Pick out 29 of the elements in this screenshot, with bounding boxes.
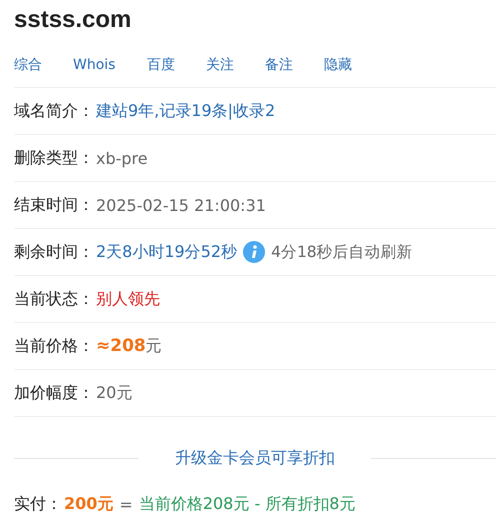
nav-link[interactable]: Whois xyxy=(73,56,147,72)
field-label: 当前价格： xyxy=(14,336,94,356)
field-label: 删除类型： xyxy=(14,148,94,168)
field-label: 加价幅度： xyxy=(14,382,94,404)
field-label: 剩余时间： xyxy=(14,242,94,262)
field-value: 20元 xyxy=(96,382,132,404)
price-unit: 元 xyxy=(146,336,162,356)
field-label: 当前状态： xyxy=(14,288,94,310)
refresh-note: 4分18秒后自动刷新 xyxy=(271,242,413,262)
field-value: 2025-02-15 21:00:31 xyxy=(96,196,266,214)
upgrade-link[interactable]: 升级金卡会员可享折扣 xyxy=(139,448,371,468)
field-value: 2天8小时19分52秒 xyxy=(96,242,238,262)
nav-link[interactable]: 综合 xyxy=(14,56,73,74)
price-formula: 当前价格208元 - 所有折扣8元 xyxy=(138,494,356,514)
field-label: 实付： xyxy=(14,494,62,514)
nav-link[interactable]: 隐藏 xyxy=(324,56,383,74)
nav-link[interactable]: 关注 xyxy=(206,56,265,74)
nav-link[interactable]: 百度 xyxy=(147,56,206,74)
field-value: 别人领先 xyxy=(96,288,160,310)
field-value: ≈208 xyxy=(96,336,146,356)
nav-link[interactable]: 备注 xyxy=(265,56,324,74)
field-label: 域名简介： xyxy=(14,100,94,122)
field-link[interactable]: 建站9年,记录19条|收录2 xyxy=(96,100,276,122)
equals-sign: = xyxy=(119,494,133,514)
domain-title: sstss.com xyxy=(14,5,132,35)
payment-amount: 200元 xyxy=(64,494,114,514)
field-value: xb-pre xyxy=(96,148,148,168)
field-label: 结束时间： xyxy=(14,194,94,216)
info-icon[interactable] xyxy=(243,241,266,263)
